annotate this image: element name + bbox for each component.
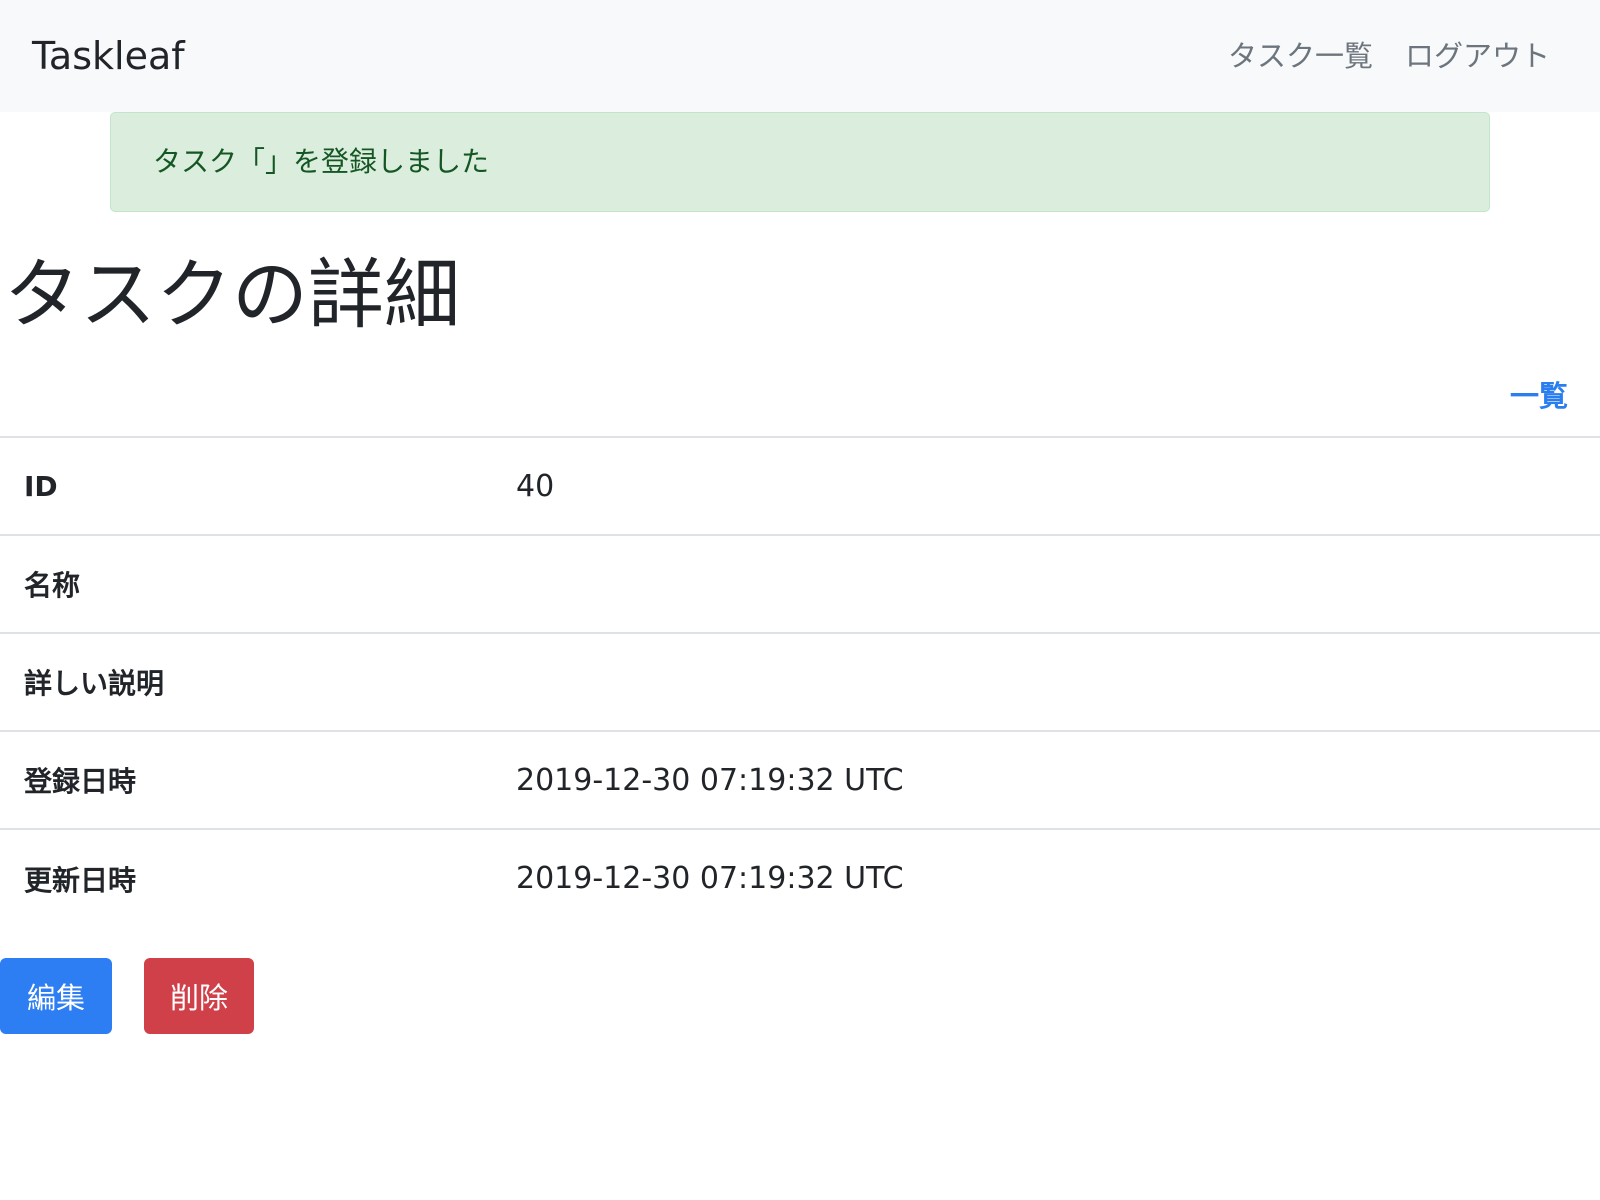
flash-success-alert: タスク「」を登録しました	[110, 112, 1490, 212]
row-label-id: ID	[24, 469, 58, 503]
edit-button[interactable]: 編集	[0, 958, 112, 1034]
delete-button[interactable]: 削除	[144, 958, 254, 1034]
task-detail-table: ID 40 名称 詳しい説明 登録日時 2019-12-30 07:19:32 …	[0, 436, 1600, 927]
row-value-name	[516, 535, 1600, 633]
brand-link[interactable]: Taskleaf	[32, 32, 185, 80]
row-value-updated-at: 2019-12-30 07:19:32 UTC	[516, 861, 904, 896]
nav-link-logout[interactable]: ログアウト	[1405, 34, 1550, 78]
navbar: Taskleaf タスク一覧 ログアウト	[0, 0, 1600, 112]
row-label-updated-at: 更新日時	[24, 863, 137, 897]
row-label-created-at: 登録日時	[24, 765, 137, 798]
flash-message: タスク「」を登録しました	[153, 145, 490, 178]
row-value-id: 40	[516, 468, 555, 504]
table-row: 登録日時 2019-12-30 07:19:32 UTC	[0, 731, 1600, 829]
page-title: タスクの詳細	[4, 250, 460, 339]
back-to-list-link[interactable]: 一覧	[1510, 374, 1568, 418]
nav-links: タスク一覧 ログアウト	[1228, 34, 1550, 78]
table-row: 更新日時 2019-12-30 07:19:32 UTC	[0, 829, 1600, 927]
table-row: 名称	[0, 535, 1600, 633]
row-value-created-at: 2019-12-30 07:19:32 UTC	[516, 762, 904, 798]
row-value-description	[516, 633, 1600, 731]
table-row: ID 40	[0, 437, 1600, 535]
row-label-name: 名称	[24, 569, 81, 602]
row-label-description: 詳しい説明	[24, 667, 165, 700]
nav-link-task-list[interactable]: タスク一覧	[1228, 34, 1373, 78]
table-row: 詳しい説明	[0, 633, 1600, 731]
